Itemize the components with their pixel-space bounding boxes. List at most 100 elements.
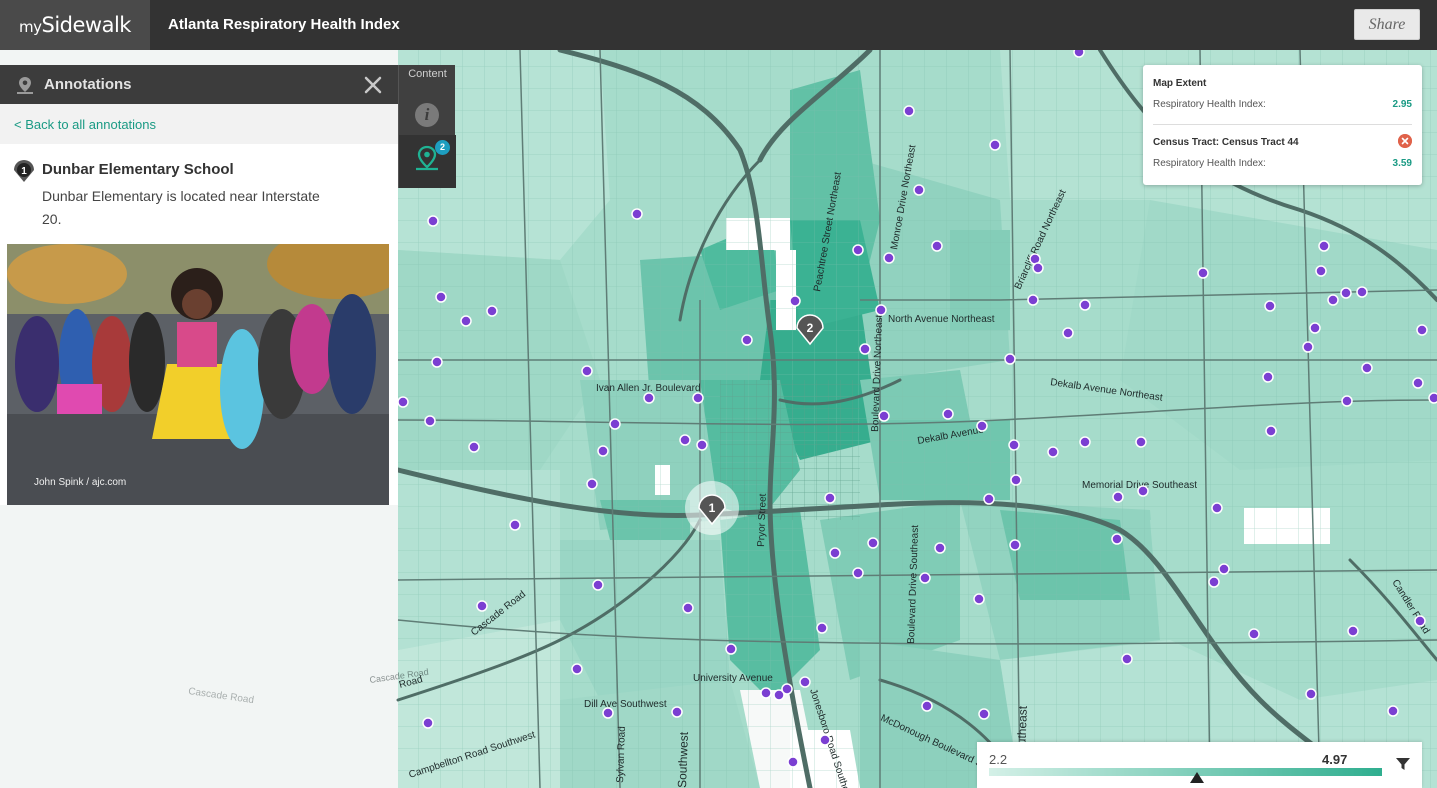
data-point[interactable] <box>476 600 488 612</box>
data-point[interactable] <box>973 593 985 605</box>
data-point[interactable] <box>696 439 708 451</box>
data-point[interactable] <box>1197 267 1209 279</box>
data-point[interactable] <box>976 420 988 432</box>
data-point[interactable] <box>1111 533 1123 545</box>
data-point[interactable] <box>682 602 694 614</box>
data-point[interactable] <box>692 392 704 404</box>
data-point[interactable] <box>921 700 933 712</box>
data-point[interactable] <box>781 683 793 695</box>
data-point[interactable] <box>875 304 887 316</box>
data-point[interactable] <box>1327 294 1339 306</box>
data-point[interactable] <box>581 365 593 377</box>
back-to-annotations-link[interactable]: < Back to all annotations <box>14 117 156 132</box>
data-point[interactable] <box>427 215 439 227</box>
data-point[interactable] <box>741 334 753 346</box>
data-point[interactable] <box>1414 615 1426 627</box>
data-point[interactable] <box>852 567 864 579</box>
data-point[interactable] <box>1079 436 1091 448</box>
data-point[interactable] <box>431 356 443 368</box>
data-point[interactable] <box>883 252 895 264</box>
data-point[interactable] <box>631 208 643 220</box>
data-point[interactable] <box>422 717 434 729</box>
data-point[interactable] <box>1341 395 1353 407</box>
data-point[interactable] <box>1262 371 1274 383</box>
annotation-marker-1[interactable]: 1 <box>685 481 739 535</box>
data-point[interactable] <box>424 415 436 427</box>
data-point[interactable] <box>1302 341 1314 353</box>
data-point[interactable] <box>867 537 879 549</box>
data-point[interactable] <box>799 676 811 688</box>
data-point[interactable] <box>1356 286 1368 298</box>
data-point[interactable] <box>643 392 655 404</box>
data-point[interactable] <box>679 434 691 446</box>
data-point[interactable] <box>1010 474 1022 486</box>
data-point[interactable] <box>913 184 925 196</box>
data-point[interactable] <box>934 542 946 554</box>
data-point[interactable] <box>859 343 871 355</box>
data-point[interactable] <box>1361 362 1373 374</box>
data-point[interactable] <box>1318 240 1330 252</box>
data-point[interactable] <box>1062 327 1074 339</box>
data-point[interactable] <box>1009 539 1021 551</box>
clear-selection-icon[interactable] <box>1398 134 1412 148</box>
data-point[interactable] <box>1027 294 1039 306</box>
data-point[interactable] <box>1265 425 1277 437</box>
data-point[interactable] <box>1112 491 1124 503</box>
data-point[interactable] <box>486 305 498 317</box>
data-point[interactable] <box>1135 436 1147 448</box>
data-point[interactable] <box>602 707 614 719</box>
data-point[interactable] <box>1264 300 1276 312</box>
data-point[interactable] <box>978 708 990 720</box>
data-point[interactable] <box>609 418 621 430</box>
data-point[interactable] <box>592 579 604 591</box>
data-point[interactable] <box>989 139 1001 151</box>
data-point[interactable] <box>671 706 683 718</box>
data-point[interactable] <box>1073 50 1085 58</box>
data-point[interactable] <box>878 410 890 422</box>
data-point[interactable] <box>1218 563 1230 575</box>
data-point[interactable] <box>1008 439 1020 451</box>
data-point[interactable] <box>903 105 915 117</box>
data-point[interactable] <box>1248 628 1260 640</box>
data-point[interactable] <box>1309 322 1321 334</box>
logo[interactable]: mySidewalk <box>0 0 150 50</box>
data-point[interactable] <box>1387 705 1399 717</box>
data-point[interactable] <box>1121 653 1133 665</box>
data-point[interactable] <box>435 291 447 303</box>
data-point[interactable] <box>586 478 598 490</box>
data-point[interactable] <box>397 396 409 408</box>
data-point[interactable] <box>509 519 521 531</box>
data-point[interactable] <box>1305 688 1317 700</box>
data-point[interactable] <box>1079 299 1091 311</box>
data-point[interactable] <box>789 295 801 307</box>
data-point[interactable] <box>1315 265 1327 277</box>
legend-slider-handle[interactable] <box>1190 772 1205 783</box>
data-point[interactable] <box>1340 287 1352 299</box>
data-point[interactable] <box>816 622 828 634</box>
data-point[interactable] <box>1428 392 1437 404</box>
data-point[interactable] <box>725 643 737 655</box>
data-point[interactable] <box>1032 262 1044 274</box>
annotations-tab-button[interactable]: 2 <box>399 135 456 188</box>
data-point[interactable] <box>460 315 472 327</box>
data-point[interactable] <box>931 240 943 252</box>
data-point[interactable] <box>1211 502 1223 514</box>
data-point[interactable] <box>760 687 772 699</box>
data-point[interactable] <box>468 441 480 453</box>
data-point[interactable] <box>787 756 799 768</box>
filter-icon[interactable] <box>1395 756 1411 772</box>
data-point[interactable] <box>942 408 954 420</box>
data-point[interactable] <box>852 244 864 256</box>
data-point[interactable] <box>983 493 995 505</box>
close-icon[interactable] <box>362 74 384 96</box>
data-point[interactable] <box>1208 576 1220 588</box>
info-icon[interactable]: i <box>415 103 439 127</box>
data-point[interactable] <box>829 547 841 559</box>
data-point[interactable] <box>819 734 831 746</box>
data-point[interactable] <box>919 572 931 584</box>
data-point[interactable] <box>1416 324 1428 336</box>
data-point[interactable] <box>571 663 583 675</box>
share-button[interactable]: Share <box>1354 9 1420 40</box>
data-point[interactable] <box>1347 625 1359 637</box>
data-point[interactable] <box>824 492 836 504</box>
